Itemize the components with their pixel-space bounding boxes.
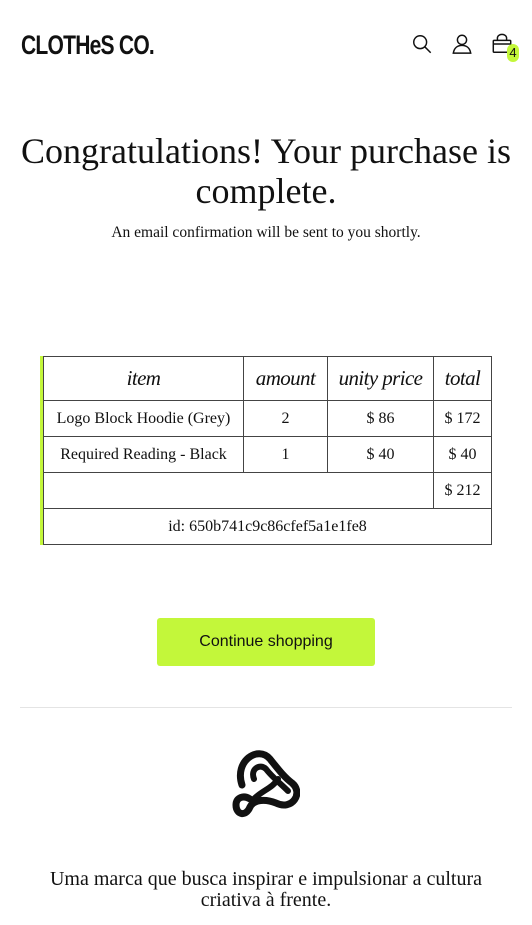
brand-tagline: Uma marca que busca inspirar e impulsion… bbox=[49, 868, 483, 911]
footer-divider bbox=[20, 707, 512, 708]
grand-total-row: $ 212 bbox=[43, 472, 492, 509]
column-header-item: item bbox=[43, 356, 244, 401]
order-table: item amount unity price total Logo Block… bbox=[43, 356, 492, 545]
grand-total-value: $ 212 bbox=[433, 472, 492, 509]
table-header-row: item amount unity price total bbox=[43, 356, 492, 401]
cell-item: Required Reading - Black bbox=[43, 436, 244, 473]
user-icon[interactable] bbox=[451, 33, 473, 55]
search-icon[interactable] bbox=[411, 33, 433, 55]
column-header-unit-price: unity price bbox=[327, 356, 434, 401]
table-row: Required Reading - Black 1 $ 40 $ 40 bbox=[43, 436, 492, 473]
grand-total-spacer bbox=[43, 472, 434, 509]
column-header-total: total bbox=[433, 356, 492, 401]
cell-total: $ 40 bbox=[433, 436, 492, 473]
confirmation-subtitle: An email confirmation will be sent to yo… bbox=[111, 224, 421, 241]
table-row: Logo Block Hoodie (Grey) 2 $ 86 $ 172 bbox=[43, 400, 492, 437]
brand-knot-icon bbox=[232, 749, 301, 821]
page-title: Congratulations! Your purchase is comple… bbox=[21, 131, 511, 211]
cell-amount: 1 bbox=[243, 436, 328, 473]
order-summary: item amount unity price total Logo Block… bbox=[40, 356, 495, 545]
brand-logo[interactable]: CLOTHeS CO. bbox=[21, 30, 155, 61]
column-header-amount: amount bbox=[243, 356, 328, 401]
cell-unit-price: $ 86 bbox=[327, 400, 434, 437]
cart-count-badge: 4 bbox=[507, 44, 519, 62]
cell-unit-price: $ 40 bbox=[327, 436, 434, 473]
cell-amount: 2 bbox=[243, 400, 328, 437]
continue-shopping-button[interactable]: Continue shopping bbox=[157, 618, 375, 666]
order-id: id: 650b741c9c86cfef5a1e1fe8 bbox=[43, 508, 492, 545]
cell-item: Logo Block Hoodie (Grey) bbox=[43, 400, 244, 437]
confirmation-page: CLOTHeS CO. 4 Congratulations! Your purc… bbox=[0, 0, 532, 925]
order-id-row: id: 650b741c9c86cfef5a1e1fe8 bbox=[43, 508, 492, 545]
cell-total: $ 172 bbox=[433, 400, 492, 437]
